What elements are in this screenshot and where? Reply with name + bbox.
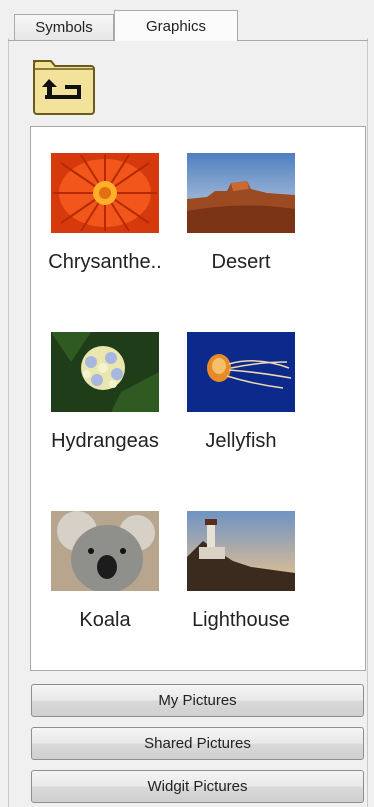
graphics-gallery: Chrysanthe.. Desert Hydrangeas Jellyfish… [30, 126, 366, 671]
tab-graphics[interactable]: Graphics [114, 10, 238, 41]
gallery-item-label: Desert [211, 251, 271, 273]
chrysanthemum-thumbnail [51, 153, 159, 233]
shared-pictures-button[interactable]: Shared Pictures [31, 727, 364, 760]
gallery-item-label: Koala [79, 609, 131, 631]
folder-up-button[interactable] [31, 53, 95, 117]
gallery-item-lighthouse[interactable]: Lighthouse [176, 511, 306, 661]
folder-up-arrow-icon [33, 60, 95, 115]
gallery-item-label: Lighthouse [192, 609, 290, 631]
gallery-item-label: Hydrangeas [51, 430, 159, 452]
graphics-panel: Symbols Graphics Chrysanthe.. Desert Hyd… [0, 0, 374, 807]
gallery-item-koala[interactable]: Koala [40, 511, 170, 661]
desert-thumbnail [187, 153, 295, 233]
gallery-item-label: Jellyfish [205, 430, 277, 452]
tab-symbols[interactable]: Symbols [14, 14, 114, 40]
panel-right-border [367, 38, 368, 807]
my-pictures-button[interactable]: My Pictures [31, 684, 364, 717]
gallery-item-label: Chrysanthe.. [48, 251, 162, 273]
widgit-pictures-button[interactable]: Widgit Pictures [31, 770, 364, 803]
jellyfish-thumbnail [187, 332, 295, 412]
panel-left-border [8, 38, 9, 807]
gallery-item-chrysanthemum[interactable]: Chrysanthe.. [40, 153, 170, 303]
gallery-item-desert[interactable]: Desert [176, 153, 306, 303]
lighthouse-thumbnail [187, 511, 295, 591]
hydrangeas-thumbnail [51, 332, 159, 412]
gallery-item-jellyfish[interactable]: Jellyfish [176, 332, 306, 482]
gallery-item-hydrangeas[interactable]: Hydrangeas [40, 332, 170, 482]
koala-thumbnail [51, 511, 159, 591]
